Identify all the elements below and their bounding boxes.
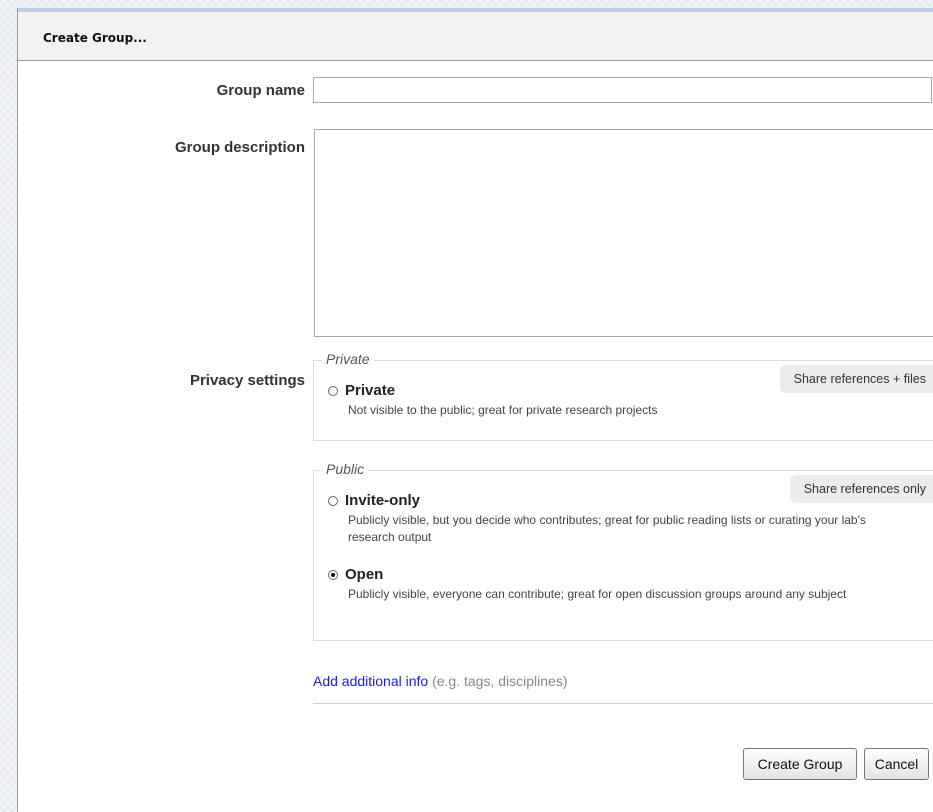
invite-only-option: Invite-only Publicly visible, but you de…: [328, 492, 914, 546]
public-fieldset: Public Share references only Invite-only…: [313, 461, 933, 641]
private-option-description: Not visible to the public; great for pri…: [348, 403, 658, 417]
additional-info-hint: (e.g. tags, disciplines): [432, 673, 568, 689]
invite-only-option-description: Publicly visible, but you decide who con…: [348, 513, 866, 544]
dialog-title: Create Group...: [43, 31, 147, 45]
group-description-label: Group description: [174, 139, 305, 156]
invite-only-radio[interactable]: [328, 495, 338, 506]
cancel-button[interactable]: Cancel: [864, 748, 929, 780]
additional-info-row: Add additional info (e.g. tags, discipli…: [313, 673, 568, 689]
private-option-label[interactable]: Private: [345, 382, 395, 399]
group-name-label: Group name: [216, 82, 305, 99]
private-legend: Private: [322, 351, 374, 367]
open-option-label[interactable]: Open: [345, 566, 383, 583]
invite-only-option-label[interactable]: Invite-only: [345, 492, 420, 509]
open-option: Open Publicly visible, everyone can cont…: [328, 566, 914, 603]
open-option-description: Publicly visible, everyone can contribut…: [348, 587, 847, 601]
group-description-input[interactable]: [314, 129, 933, 337]
open-radio[interactable]: [328, 569, 338, 580]
privacy-settings-label: Privacy settings: [189, 372, 305, 389]
private-option: Private Not visible to the public; great…: [328, 382, 914, 419]
form-divider: [313, 703, 933, 704]
private-fieldset: Private Share references + files Private…: [313, 351, 933, 441]
add-additional-info-link[interactable]: Add additional info: [313, 673, 428, 689]
private-radio[interactable]: [328, 385, 338, 396]
public-legend: Public: [322, 461, 369, 477]
dialog-header: Create Group...: [18, 12, 933, 61]
create-group-dialog: Create Group... Group name Group descrip…: [17, 8, 933, 812]
create-group-button[interactable]: Create Group: [743, 748, 857, 780]
group-name-input[interactable]: [313, 77, 932, 103]
